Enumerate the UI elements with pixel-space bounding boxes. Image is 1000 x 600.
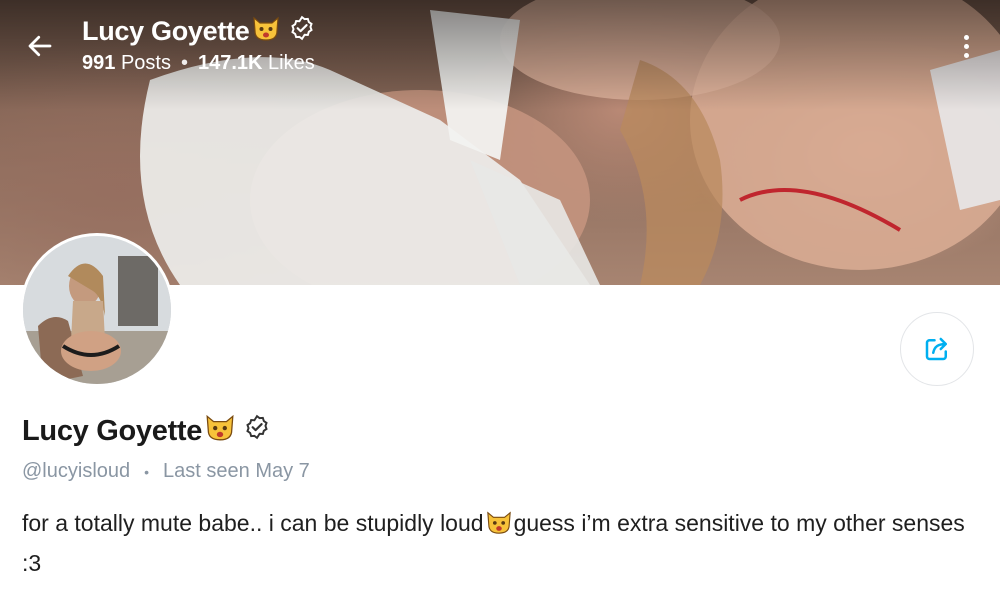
- header-name: Lucy Goyette: [82, 16, 250, 46]
- header-title: Lucy Goyette: [82, 14, 315, 49]
- bio-text-part1: for a totally mute babe.. i can be stupi…: [22, 510, 484, 536]
- cat-face-emoji-icon: [251, 14, 281, 49]
- posts-stat: 991 Posts: [82, 52, 171, 75]
- username[interactable]: @lucyisloud: [22, 460, 130, 483]
- verified-badge-icon: [289, 15, 315, 48]
- profile-display-name: Lucy Goyette: [22, 414, 203, 447]
- share-icon: [925, 337, 947, 361]
- stats-separator: •: [180, 52, 188, 74]
- likes-label: Likes: [268, 52, 315, 74]
- meta-separator: •: [144, 463, 150, 480]
- header-stats: 991 Posts • 147.1K Likes: [82, 52, 315, 75]
- last-seen: Last seen May 7: [163, 460, 310, 482]
- profile-name: Lucy Goyette: [22, 412, 270, 450]
- back-button[interactable]: [20, 26, 60, 66]
- more-options-button[interactable]: [952, 28, 980, 64]
- more-vertical-icon: [963, 34, 969, 40]
- avatar[interactable]: [20, 233, 174, 387]
- posts-label: Posts: [120, 52, 171, 74]
- likes-stat: 147.1K Likes: [198, 52, 315, 75]
- profile-bio: for a totally mute babe.. i can be stupi…: [22, 505, 982, 581]
- cat-face-emoji-icon: [204, 412, 236, 450]
- verified-badge-icon: [244, 414, 270, 448]
- likes-count: 147.1K: [197, 52, 263, 74]
- back-arrow-icon: [28, 35, 52, 57]
- cat-face-emoji-icon: [485, 509, 513, 545]
- posts-count: 991: [82, 52, 116, 74]
- more-dot: [963, 52, 969, 58]
- profile-meta: @lucyisloud • Last seen May 7: [22, 460, 310, 483]
- top-bar: Lucy Goyette 991 Posts • 147.1K Likes: [0, 0, 1000, 90]
- share-button[interactable]: [900, 312, 974, 386]
- more-dot: [963, 43, 969, 49]
- avatar-image: [23, 236, 171, 384]
